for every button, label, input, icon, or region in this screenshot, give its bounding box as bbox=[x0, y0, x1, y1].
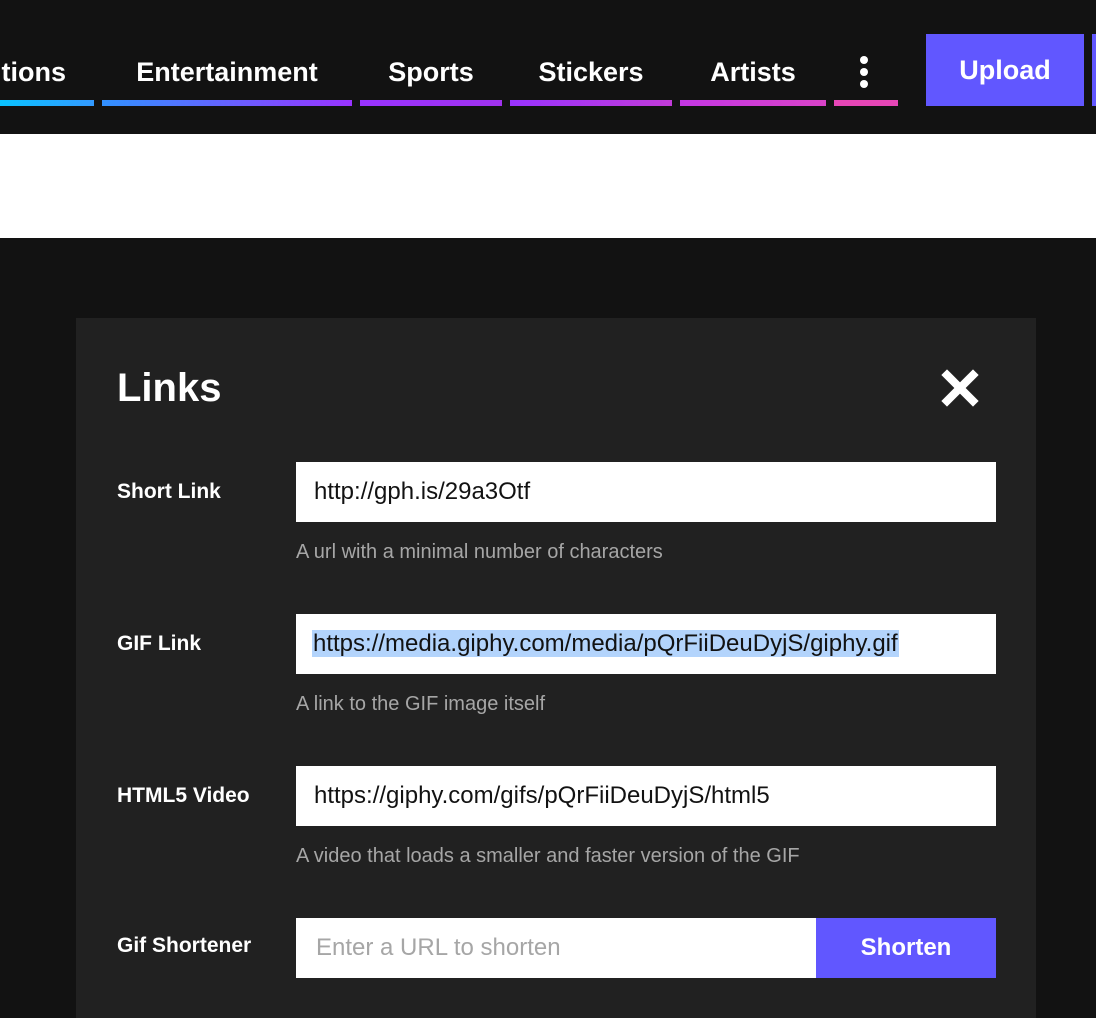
short-link-field[interactable]: http://gph.is/29a3Otf bbox=[296, 462, 996, 522]
gif-link-value: https://media.giphy.com/media/pQrFiiDeuD… bbox=[312, 630, 899, 657]
short-link-value: http://gph.is/29a3Otf bbox=[314, 478, 531, 505]
gif-link-help: A link to the GIF image itself bbox=[296, 693, 545, 715]
html5-video-value: https://giphy.com/gifs/pQrFiiDeuDyjS/htm… bbox=[314, 782, 770, 809]
html5-video-label: HTML5 Video bbox=[117, 784, 250, 807]
nav-item-label: Entertainment bbox=[136, 57, 318, 87]
modal-title: Links bbox=[117, 366, 222, 410]
create-button-edge[interactable] bbox=[1092, 34, 1096, 106]
nav-underline bbox=[102, 100, 352, 106]
short-link-help: A url with a minimal number of character… bbox=[296, 541, 663, 563]
nav-item-reactions[interactable]: tions bbox=[0, 50, 94, 106]
close-icon bbox=[941, 369, 979, 407]
nav-item-artists[interactable]: Artists bbox=[680, 50, 826, 106]
nav-underline bbox=[360, 100, 502, 106]
gif-link-label: GIF Link bbox=[117, 632, 201, 655]
nav-item-label: Artists bbox=[710, 57, 796, 87]
shorten-button[interactable]: Shorten bbox=[816, 918, 996, 978]
upload-button[interactable]: Upload bbox=[926, 34, 1084, 106]
html5-video-help: A video that loads a smaller and faster … bbox=[296, 845, 800, 867]
nav-underline bbox=[0, 100, 94, 106]
nav-item-label: Sports bbox=[388, 57, 474, 87]
nav-item-label: tions bbox=[1, 57, 67, 87]
nav-item-stickers[interactable]: Stickers bbox=[510, 50, 672, 106]
nav-underline bbox=[680, 100, 826, 106]
gif-shortener-label: Gif Shortener bbox=[117, 934, 252, 957]
nav-item-entertainment[interactable]: Entertainment bbox=[102, 50, 352, 106]
more-menu-button[interactable] bbox=[834, 50, 898, 106]
nav-underline bbox=[834, 100, 898, 106]
close-button[interactable] bbox=[938, 366, 982, 410]
shorten-url-input[interactable]: Enter a URL to shorten bbox=[296, 918, 816, 978]
html5-video-field[interactable]: https://giphy.com/gifs/pQrFiiDeuDyjS/htm… bbox=[296, 766, 996, 826]
gif-link-field[interactable]: https://media.giphy.com/media/pQrFiiDeuD… bbox=[296, 614, 996, 674]
short-link-label: Short Link bbox=[117, 480, 221, 503]
banner-area bbox=[0, 134, 1096, 238]
top-navigation: tions Entertainment Sports Stickers Arti… bbox=[0, 0, 1096, 134]
nav-underline bbox=[510, 100, 672, 106]
links-modal: Links Short Link http://gph.is/29a3Otf A… bbox=[76, 318, 1036, 1018]
nav-item-sports[interactable]: Sports bbox=[360, 50, 502, 106]
nav-item-label: Stickers bbox=[538, 57, 644, 87]
